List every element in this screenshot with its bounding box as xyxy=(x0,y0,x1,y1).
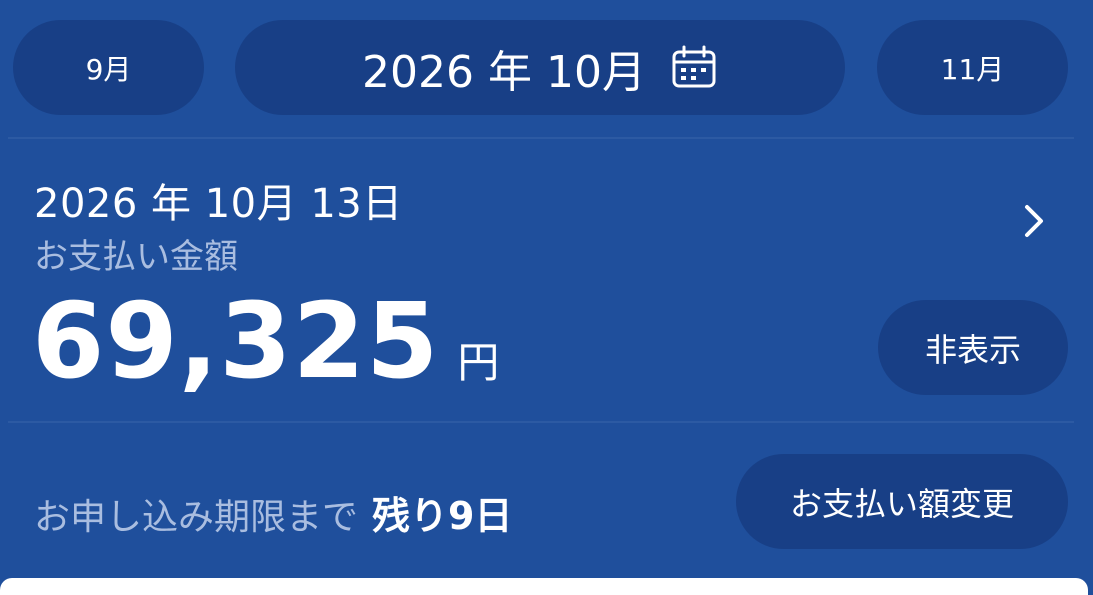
change-payment-amount-label: お支払い額変更 xyxy=(789,484,1014,523)
bottom-card xyxy=(0,578,1088,595)
current-month-button[interactable]: 2026 年 10月 xyxy=(235,20,845,115)
payment-currency-unit: 円 xyxy=(457,338,500,387)
chevron-right-icon[interactable] xyxy=(1018,201,1050,241)
payment-amount: 69,325 xyxy=(32,280,440,402)
deadline-info: お申し込み期限まで 残り9日 xyxy=(34,485,512,540)
payment-screen: 9月 2026 年 10月 11月 2026 年 10月 13日 お支払い金額 … xyxy=(0,0,1093,595)
current-month-label: 2026 年 10月 xyxy=(362,46,646,98)
month-navigation: 9月 2026 年 10月 11月 xyxy=(0,0,1093,136)
payment-summary[interactable]: 2026 年 10月 13日 お支払い金額 69,325 円 非表示 xyxy=(0,139,1093,421)
deadline-label: お申し込み期限まで xyxy=(34,497,359,538)
payment-date: 2026 年 10月 13日 xyxy=(34,181,403,227)
next-month-label: 11月 xyxy=(940,52,1005,86)
next-month-button[interactable]: 11月 xyxy=(877,20,1068,115)
deadline-section: お申し込み期限まで 残り9日 お支払い額変更 xyxy=(0,423,1093,583)
payment-amount-label: お支払い金額 xyxy=(34,237,238,277)
hide-amount-button[interactable]: 非表示 xyxy=(878,300,1068,395)
change-payment-amount-button[interactable]: お支払い額変更 xyxy=(736,454,1068,549)
prev-month-button[interactable]: 9月 xyxy=(13,20,204,115)
prev-month-label: 9月 xyxy=(85,52,132,86)
remaining-days: 残り9日 xyxy=(372,494,513,538)
hide-amount-label: 非表示 xyxy=(924,330,1021,369)
calendar-icon xyxy=(670,44,718,92)
payment-amount-row: 69,325 円 xyxy=(32,289,499,393)
